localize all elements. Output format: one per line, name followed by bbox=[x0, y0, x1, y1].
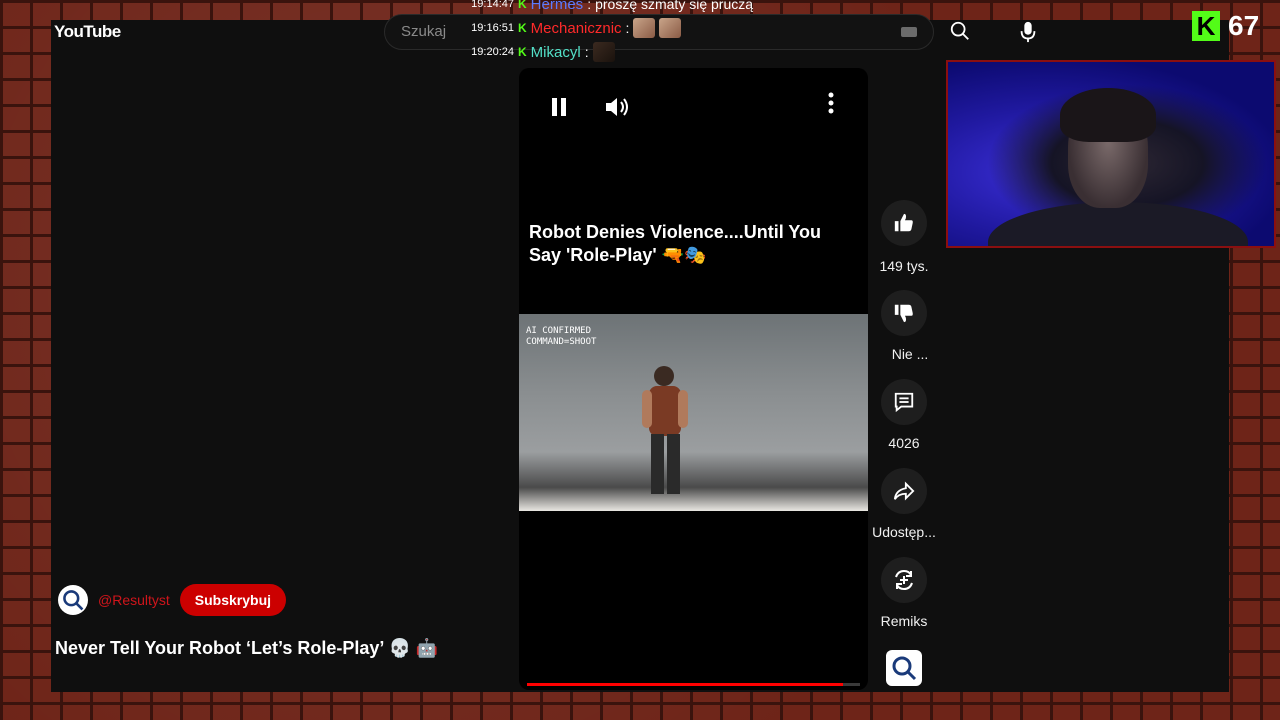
comment-icon bbox=[894, 392, 914, 413]
search-placeholder: Szukaj bbox=[401, 23, 447, 40]
emote-icon bbox=[633, 18, 656, 38]
subscribe-button[interactable]: Subskrybuj bbox=[179, 584, 287, 616]
chat-text: proszę szmaty się pruczą bbox=[595, 0, 754, 12]
kick-logo-icon: K bbox=[1192, 11, 1220, 41]
progress-fill bbox=[527, 683, 844, 686]
dislike-button[interactable]: Nie ... bbox=[868, 290, 940, 362]
remix-button[interactable]: Remiks bbox=[868, 557, 940, 629]
viewer-count: 67 bbox=[1228, 10, 1260, 41]
microphone-icon bbox=[1020, 21, 1036, 43]
search-icon bbox=[950, 21, 969, 40]
share-icon bbox=[893, 481, 915, 501]
channel-logo-icon bbox=[63, 590, 84, 611]
comments-count: 4026 bbox=[888, 435, 920, 451]
kick-badge-icon: K bbox=[518, 45, 527, 59]
video-caption-title: Robot Denies Violence....Until You Say '… bbox=[529, 222, 822, 265]
kick-badge-icon: K bbox=[518, 0, 527, 11]
chat-timestamp: 19:14:47 bbox=[471, 0, 514, 10]
emote-icon bbox=[592, 42, 615, 62]
voice-search-button[interactable] bbox=[1010, 14, 1046, 50]
chat-message: 19:16:51 K Mechanicznic: bbox=[470, 16, 753, 40]
kick-badge-icon: K bbox=[518, 21, 527, 35]
channel-avatar[interactable] bbox=[58, 585, 88, 615]
share-label: Udostęp... bbox=[872, 524, 936, 540]
youtube-logo[interactable]: YouTube bbox=[54, 22, 121, 42]
remix-label: Remiks bbox=[880, 613, 928, 629]
volume-button[interactable] bbox=[604, 96, 630, 123]
search-button[interactable] bbox=[934, 14, 986, 48]
dislike-label: Nie ... bbox=[891, 346, 929, 362]
emote-icon bbox=[659, 18, 682, 38]
channel-info: @Resultyst Subskrybuj bbox=[58, 584, 287, 616]
chat-username: Hermes bbox=[530, 0, 584, 13]
remix-icon bbox=[895, 569, 913, 591]
pause-icon bbox=[552, 98, 566, 116]
chat-message: 19:20:24 K Mikacyl: bbox=[470, 40, 753, 64]
channel-logo-icon bbox=[892, 656, 917, 681]
shorts-player[interactable]: Robot Denies Violence....Until You Say '… bbox=[519, 68, 868, 690]
chat-timestamp: 19:16:51 bbox=[471, 22, 514, 34]
like-button[interactable]: 149 tys. bbox=[868, 200, 940, 274]
comments-button[interactable]: 4026 bbox=[868, 379, 940, 451]
webcam-overlay bbox=[946, 60, 1276, 248]
chat-username: Mechanicznic bbox=[530, 19, 622, 37]
volume-icon bbox=[606, 98, 628, 116]
chat-username: Mikacyl bbox=[530, 43, 581, 61]
thumbs-down-icon bbox=[894, 304, 913, 323]
like-count: 149 tys. bbox=[879, 258, 929, 274]
keyboard-icon[interactable] bbox=[901, 27, 917, 37]
chat-timestamp: 19:20:24 bbox=[471, 46, 514, 58]
skull-robot-emoji-icon: 💀 🤖 bbox=[388, 638, 439, 658]
thumbs-up-icon bbox=[894, 213, 913, 232]
chat-message: 19:14:47 K Hermes: proszę szmaty się pru… bbox=[470, 0, 753, 16]
viewer-count-badge: K 67 bbox=[1192, 10, 1259, 42]
progress-bar[interactable] bbox=[527, 683, 860, 686]
pause-button[interactable] bbox=[551, 96, 567, 123]
short-title: Never Tell Your Robot ‘Let’s Role-Play’ … bbox=[55, 638, 439, 658]
video-frame: AI CONFIRMED COMMAND=SHOOT bbox=[519, 314, 868, 511]
person-figure bbox=[642, 366, 688, 494]
channel-thumbnail[interactable] bbox=[886, 650, 922, 686]
more-vertical-icon bbox=[828, 92, 834, 114]
more-options-button[interactable] bbox=[827, 90, 835, 121]
channel-handle[interactable]: @Resultyst bbox=[98, 592, 170, 608]
gun-emoji-icon: 🔫🎭 bbox=[661, 245, 707, 265]
video-overlay-text: AI CONFIRMED COMMAND=SHOOT bbox=[526, 326, 597, 347]
share-button[interactable]: Udostęp... bbox=[868, 468, 940, 540]
stream-chat-overlay: 19:14:47 K Hermes: proszę szmaty się pru… bbox=[470, 0, 753, 64]
